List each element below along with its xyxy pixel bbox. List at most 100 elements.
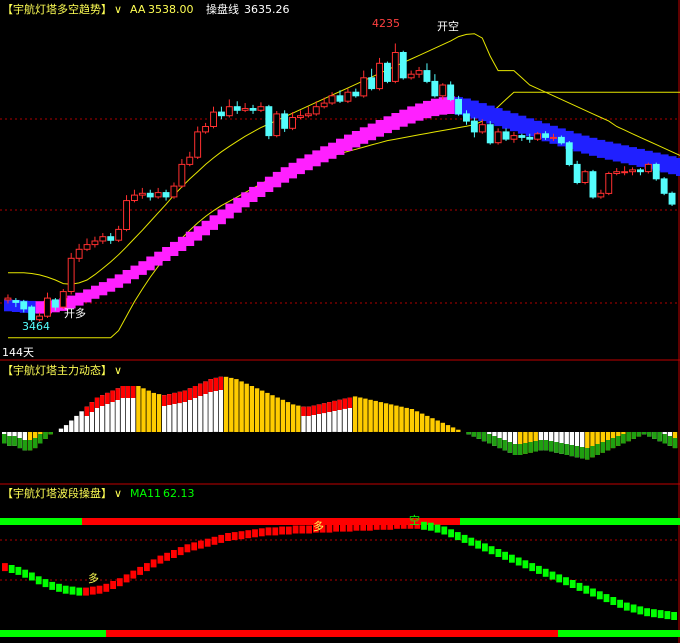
main-force-bar-tail xyxy=(471,432,476,437)
main-force-bar xyxy=(383,403,389,432)
trend-block xyxy=(154,251,163,266)
main-force-bar-tail xyxy=(569,445,574,457)
main-force-bar-tail xyxy=(538,440,544,451)
main-force-bar-cap xyxy=(218,376,224,390)
candle-body xyxy=(470,120,478,133)
candle-body xyxy=(613,171,621,174)
wave-segment xyxy=(103,583,110,592)
main-force-bar xyxy=(74,415,79,432)
candle-body xyxy=(431,80,439,97)
wave-segment xyxy=(651,609,657,618)
wave-segment xyxy=(556,574,563,583)
trend-block xyxy=(201,220,210,236)
candle-body xyxy=(218,111,225,117)
wave-segment xyxy=(583,585,590,594)
wave-segment xyxy=(509,554,515,563)
wave-segment xyxy=(265,527,272,536)
trend-block xyxy=(391,113,400,130)
main-force-bar-tail xyxy=(631,432,636,439)
wave-segment xyxy=(367,522,373,531)
candle-body xyxy=(249,108,257,111)
wave-segment xyxy=(285,526,292,535)
main-force-bar xyxy=(234,379,239,432)
main-force-bar xyxy=(141,388,146,432)
main-force-bar xyxy=(394,405,399,432)
wave-segment xyxy=(488,546,495,555)
panel3-menu-chevron[interactable]: ∨ xyxy=(114,487,122,500)
wave-segment xyxy=(177,547,184,556)
trend-block xyxy=(193,226,203,241)
main-force-bar xyxy=(63,425,69,432)
main-force-bar-tail xyxy=(518,444,523,455)
trend-block xyxy=(225,203,234,219)
main-force-bar xyxy=(249,386,255,432)
wave-segment xyxy=(252,529,258,538)
candle-body xyxy=(312,106,320,115)
panel3-title: 【宇航灯塔波段操盘】 xyxy=(2,486,112,500)
main-force-bar-tail xyxy=(554,442,559,453)
main-force-bar-cap xyxy=(192,386,198,398)
main-force-bar-cap xyxy=(332,400,337,411)
trend-block xyxy=(525,118,535,137)
trend-block xyxy=(130,265,139,280)
wave-segment xyxy=(49,581,56,590)
trend-block xyxy=(351,131,361,148)
main-force-bar-tail xyxy=(512,444,518,455)
candle-body xyxy=(328,95,336,104)
candle-body xyxy=(352,91,360,97)
open-long-label: 开多 xyxy=(64,306,86,320)
candle-body xyxy=(589,171,597,198)
main-force-bar-tail xyxy=(564,444,569,455)
wave-segment xyxy=(394,520,400,529)
trend-block xyxy=(399,109,408,127)
wave-segment xyxy=(231,532,238,541)
main-force-bar xyxy=(285,402,291,432)
main-force-bar-cap xyxy=(306,406,311,416)
panel2-menu-chevron[interactable]: ∨ xyxy=(114,364,122,377)
main-force-bar-cap xyxy=(100,395,105,406)
main-force-bar-tail xyxy=(605,440,611,451)
trend-block xyxy=(510,113,519,132)
trend-block xyxy=(423,100,432,119)
trend-block xyxy=(486,105,495,124)
candle-body xyxy=(257,106,265,111)
main-force-bar xyxy=(352,396,358,432)
wave-segment xyxy=(76,587,83,596)
candle-body xyxy=(170,185,178,198)
main-force-bar xyxy=(425,415,430,432)
wave-segment xyxy=(590,588,596,597)
candle-body xyxy=(99,236,107,242)
trend-block xyxy=(288,162,297,179)
main-force-bar-tail xyxy=(657,432,662,442)
short-marker-2: 空 xyxy=(409,513,420,527)
wave-segment xyxy=(515,557,522,566)
main-force-bar xyxy=(358,397,363,432)
main-force-bar-tail xyxy=(590,446,595,458)
main-force-bar-tail xyxy=(2,434,7,444)
wave-segment xyxy=(2,563,8,572)
main-force-bar xyxy=(435,420,440,432)
trend-block xyxy=(502,110,511,129)
candle-body xyxy=(59,291,67,308)
main-force-bar-cap xyxy=(311,405,316,415)
wave-segment xyxy=(346,523,353,532)
trend-block xyxy=(98,282,108,296)
long-marker: 多 xyxy=(88,571,99,585)
candle-body xyxy=(660,178,668,194)
bottom-band-green-right xyxy=(558,630,680,637)
wave-segment xyxy=(482,543,488,552)
candle-body xyxy=(20,301,28,310)
candle-body xyxy=(91,240,99,246)
main-force-bar-tail xyxy=(559,443,564,454)
candle-body xyxy=(107,236,115,241)
main-force-bar-cap xyxy=(327,402,332,412)
trend-block xyxy=(668,156,677,175)
trend-block xyxy=(573,133,582,152)
main-force-bar xyxy=(296,405,301,432)
main-force-bar xyxy=(79,411,84,432)
panel1-menu-chevron[interactable]: ∨ xyxy=(114,3,122,16)
wave-segment xyxy=(353,522,360,531)
main-force-bar-cap xyxy=(162,395,167,406)
candle-body xyxy=(478,124,486,133)
trend-block xyxy=(336,138,345,155)
